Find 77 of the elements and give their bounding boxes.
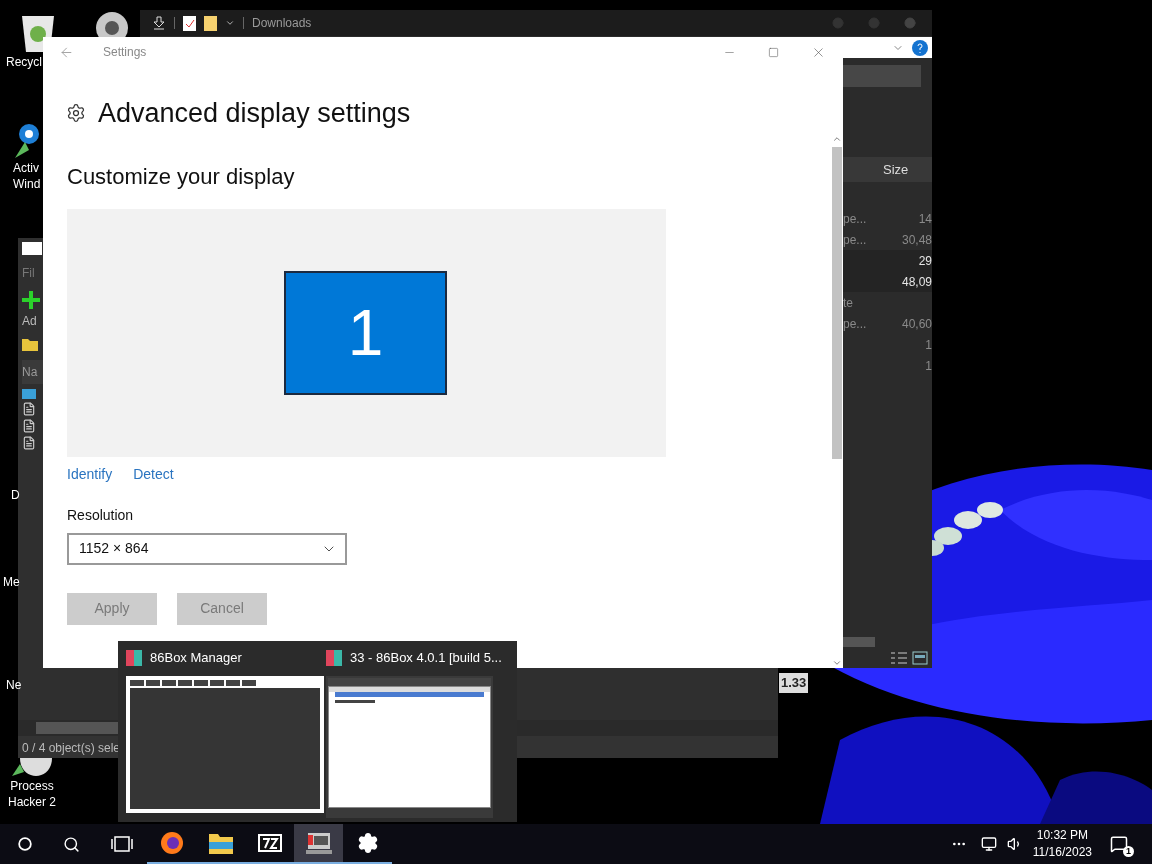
file-row[interactable]: 1	[843, 355, 932, 376]
details-view-icon[interactable]	[890, 651, 908, 665]
text-link[interactable]: Detect	[133, 463, 174, 485]
file-icon	[22, 402, 36, 416]
dropdown-icon[interactable]	[225, 18, 235, 28]
archive-icon	[257, 834, 282, 852]
file-row[interactable]: 1	[843, 334, 932, 355]
size-cell-text: 1	[925, 336, 932, 354]
browser-icon	[159, 831, 184, 855]
size-cell-text: 29	[918, 252, 932, 270]
start-icon[interactable]	[18, 837, 32, 851]
scrollbar-thumb[interactable]	[843, 637, 875, 647]
file-icon	[22, 419, 36, 433]
desktop-icon-label[interactable]: Activ	[13, 160, 39, 176]
download-icon[interactable]	[152, 16, 166, 30]
monitor-tile[interactable]: 1	[284, 270, 447, 395]
taskbar-app-button[interactable]	[294, 824, 343, 864]
column-header[interactable]: Na	[22, 360, 43, 384]
type-cell-text: pe...	[843, 231, 867, 249]
search-icon[interactable]	[63, 835, 80, 853]
address-bar[interactable]	[843, 37, 932, 58]
help-icon[interactable]	[912, 39, 928, 56]
desktop-icon-label[interactable]: Hacker 2	[8, 794, 57, 810]
folder-icon	[208, 832, 233, 854]
settings-icon	[66, 103, 86, 124]
desktop-icon-label[interactable]: Process	[10, 778, 54, 794]
plus-icon[interactable]	[22, 291, 40, 309]
size-cell-text: 40,60	[901, 315, 932, 333]
checklist-icon[interactable]	[183, 15, 196, 31]
toolbar-label[interactable]: Ad	[22, 312, 37, 330]
clock-time[interactable]: 10:32 PM	[1036, 827, 1089, 844]
size-cell-text: 14	[918, 210, 932, 228]
app-logo-icon	[126, 649, 142, 666]
type-cell-text: te	[843, 294, 853, 312]
size-cell-text: 48,09	[901, 273, 932, 291]
file-row[interactable]: pe... 40,60	[843, 313, 932, 334]
app-logo-icon	[326, 649, 342, 666]
size-cell-text: 30,48	[901, 231, 932, 249]
settings-icon	[356, 832, 379, 854]
page-heading: Advanced display settings	[98, 97, 411, 130]
folder-icon[interactable]	[22, 337, 38, 351]
thumbnail-title[interactable]: 86Box Manager	[150, 648, 242, 668]
window-title: Downloads	[252, 15, 312, 32]
scroll-up-icon[interactable]	[832, 134, 842, 144]
network-icon[interactable]	[980, 836, 997, 852]
task-view-icon[interactable]	[111, 836, 133, 852]
file-row[interactable]: 29	[843, 250, 932, 271]
search-field[interactable]	[843, 65, 921, 87]
thumbnail-title[interactable]: 33 - 86Box 4.0.1 [build 5...	[350, 648, 502, 668]
section-heading: Customize your display	[67, 162, 296, 191]
desktop-icon-label[interactable]: Me	[3, 574, 20, 590]
computer-icon	[305, 831, 332, 855]
text-link[interactable]: Identify	[67, 463, 113, 485]
file-row[interactable]: te	[843, 292, 932, 313]
file-icon	[22, 436, 36, 450]
desktop-icon-label[interactable]: Wind	[13, 176, 41, 192]
column-header[interactable]: Size	[843, 157, 932, 182]
window-title: Settings	[103, 44, 147, 61]
type-cell-text: pe...	[843, 315, 867, 333]
clock-date[interactable]: 11/16/2023	[1032, 844, 1092, 861]
type-cell-text: pe...	[843, 210, 867, 228]
size-cell-text: 1	[925, 357, 932, 375]
scrollbar-thumb[interactable]	[832, 147, 842, 459]
scroll-down-icon[interactable]	[832, 658, 842, 668]
file-row[interactable]: pe... 30,48	[843, 229, 932, 250]
field-label: Resolution	[67, 505, 135, 525]
version-badge: 1.33	[779, 673, 809, 693]
desktop-icon-label[interactable]: D	[11, 487, 20, 503]
file-row[interactable]: pe... 14	[843, 208, 932, 229]
file-row[interactable]: 48,09	[843, 271, 932, 292]
pin-icon[interactable]	[13, 122, 41, 160]
desktop-icon-label[interactable]: Recycl	[6, 54, 42, 70]
resolution-dropdown[interactable]: 1152 × 864	[67, 532, 347, 565]
preview-view-icon[interactable]	[912, 651, 928, 665]
folder-icon	[22, 389, 36, 399]
desktop-icon-label[interactable]: Ne	[6, 677, 22, 693]
folder-icon[interactable]	[204, 15, 217, 31]
